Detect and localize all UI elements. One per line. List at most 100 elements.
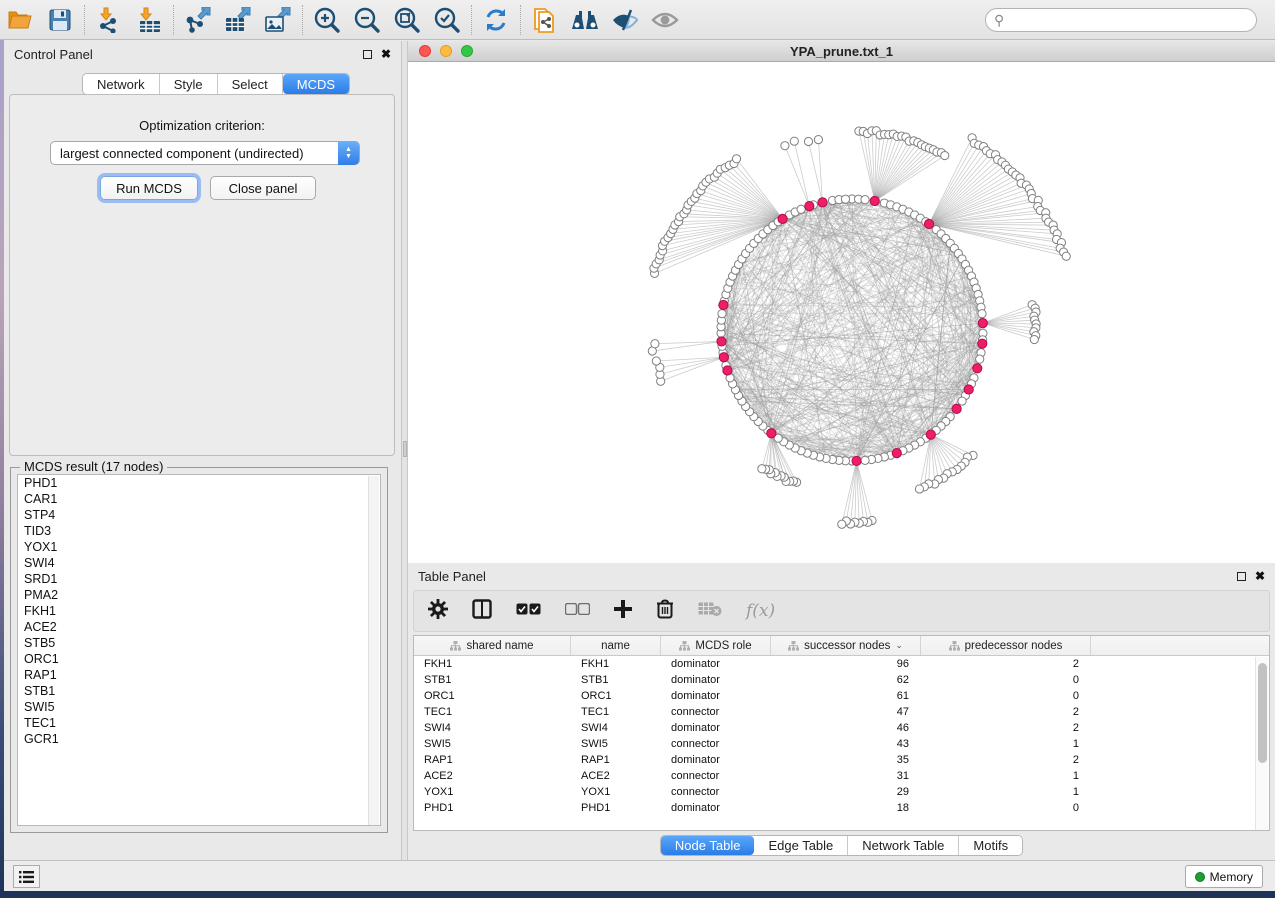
table-cell[interactable]: dominator xyxy=(661,754,771,766)
mcds-result-item[interactable]: ORC1 xyxy=(18,651,380,667)
table-cell[interactable]: 43 xyxy=(771,738,921,750)
mcds-hub-node[interactable] xyxy=(778,214,787,223)
network-node[interactable] xyxy=(841,195,849,203)
table-cell[interactable]: FKH1 xyxy=(571,658,661,670)
mcds-result-list[interactable]: PHD1CAR1STP4TID3YOX1SWI4SRD1PMA2FKH1ACE2… xyxy=(17,474,381,826)
add-column-icon[interactable] xyxy=(614,600,632,623)
mcds-result-item[interactable]: STB1 xyxy=(18,683,380,699)
network-node[interactable] xyxy=(941,151,949,159)
table-cell[interactable]: TEC1 xyxy=(414,706,571,718)
node-table[interactable]: shared namenameMCDS rolesuccessor nodes⌄… xyxy=(413,635,1270,831)
mcds-result-item[interactable]: STP4 xyxy=(18,507,380,523)
table-cell[interactable]: dominator xyxy=(661,722,771,734)
table-cell[interactable]: 2 xyxy=(921,754,1091,766)
table-cell[interactable]: dominator xyxy=(661,690,771,702)
table-cell[interactable]: connector xyxy=(661,706,771,718)
mcds-result-item[interactable]: ACE2 xyxy=(18,619,380,635)
table-cell[interactable]: connector xyxy=(661,786,771,798)
search-network-icon[interactable] xyxy=(565,3,605,37)
table-row[interactable]: SWI4SWI4dominator462 xyxy=(414,720,1269,736)
select-all-icon[interactable] xyxy=(516,602,541,620)
network-node[interactable] xyxy=(861,456,869,464)
network-node[interactable] xyxy=(758,465,766,473)
table-cell[interactable]: STB1 xyxy=(414,674,571,686)
table-cell[interactable]: dominator xyxy=(661,658,771,670)
tab-network[interactable]: Network xyxy=(83,74,160,94)
table-row[interactable]: ORC1ORC1dominator610 xyxy=(414,688,1269,704)
mcds-result-item[interactable]: CAR1 xyxy=(18,491,380,507)
mcds-result-item[interactable]: PMA2 xyxy=(18,587,380,603)
export-table-icon[interactable] xyxy=(218,3,258,37)
table-cell[interactable]: FKH1 xyxy=(414,658,571,670)
scrollbar-thumb[interactable] xyxy=(1258,663,1267,763)
network-node[interactable] xyxy=(651,340,659,348)
table-cell[interactable]: connector xyxy=(661,770,771,782)
table-cell[interactable]: connector xyxy=(661,738,771,750)
network-node[interactable] xyxy=(790,137,798,145)
network-node[interactable] xyxy=(718,310,726,318)
network-node[interactable] xyxy=(797,205,805,213)
table-cell[interactable]: 18 xyxy=(771,802,921,814)
table-row[interactable]: FKH1FKH1dominator962 xyxy=(414,656,1269,672)
column-header-successor-nodes[interactable]: successor nodes⌄ xyxy=(771,636,921,655)
table-cell[interactable]: SWI4 xyxy=(414,722,571,734)
mcds-result-item[interactable]: STB5 xyxy=(18,635,380,651)
table-cell[interactable]: dominator xyxy=(661,674,771,686)
mcds-list-scrollbar[interactable] xyxy=(368,476,379,826)
mcds-result-item[interactable]: YOX1 xyxy=(18,539,380,555)
table-cell[interactable]: 46 xyxy=(771,722,921,734)
table-cell[interactable]: 1 xyxy=(921,786,1091,798)
hide-selected-icon[interactable] xyxy=(605,3,645,37)
show-all-icon[interactable] xyxy=(645,3,685,37)
column-header-predecessor-nodes[interactable]: predecessor nodes xyxy=(921,636,1091,655)
search-box[interactable]: ⚲ xyxy=(985,8,1257,32)
float-panel-icon[interactable] xyxy=(1237,572,1246,581)
table-cell[interactable]: 31 xyxy=(771,770,921,782)
mcds-result-item[interactable]: PHD1 xyxy=(18,475,380,491)
table-cell[interactable]: 2 xyxy=(921,706,1091,718)
export-network-icon[interactable] xyxy=(178,3,218,37)
network-node[interactable] xyxy=(978,310,986,318)
table-cell[interactable]: YOX1 xyxy=(571,786,661,798)
tab-network-table[interactable]: Network Table xyxy=(848,836,959,855)
mcds-hub-node[interactable] xyxy=(973,364,982,373)
table-cell[interactable]: ORC1 xyxy=(571,690,661,702)
table-cell[interactable]: 35 xyxy=(771,754,921,766)
table-cell[interactable]: ACE2 xyxy=(571,770,661,782)
network-canvas[interactable] xyxy=(408,62,1275,563)
task-history-button[interactable] xyxy=(13,865,40,888)
mcds-hub-node[interactable] xyxy=(723,366,732,375)
settings-gear-icon[interactable] xyxy=(428,599,448,624)
mcds-hub-node[interactable] xyxy=(818,198,827,207)
clone-network-icon[interactable] xyxy=(525,3,565,37)
network-node[interactable] xyxy=(915,485,923,493)
mcds-result-item[interactable]: SRD1 xyxy=(18,571,380,587)
refresh-layout-icon[interactable] xyxy=(476,3,516,37)
zoom-fit-icon[interactable] xyxy=(387,3,427,37)
mcds-hub-node[interactable] xyxy=(767,429,776,438)
table-cell[interactable]: PHD1 xyxy=(571,802,661,814)
import-network-icon[interactable] xyxy=(89,3,129,37)
table-row[interactable]: PHD1PHD1dominator180 xyxy=(414,800,1269,816)
table-row[interactable]: ACE2ACE2connector311 xyxy=(414,768,1269,784)
table-cell[interactable]: 1 xyxy=(921,738,1091,750)
mcds-hub-node[interactable] xyxy=(964,385,973,394)
table-row[interactable]: RAP1RAP1dominator352 xyxy=(414,752,1269,768)
mcds-result-item[interactable]: SWI4 xyxy=(18,555,380,571)
tab-select[interactable]: Select xyxy=(218,74,283,94)
mcds-result-item[interactable]: RAP1 xyxy=(18,667,380,683)
mcds-hub-node[interactable] xyxy=(852,456,861,465)
network-node[interactable] xyxy=(652,357,660,365)
table-cell[interactable]: ORC1 xyxy=(414,690,571,702)
close-panel-icon[interactable]: ✖ xyxy=(381,48,391,60)
table-cell[interactable]: 0 xyxy=(921,674,1091,686)
vertical-splitter[interactable] xyxy=(401,41,408,860)
table-cell[interactable]: STB1 xyxy=(571,674,661,686)
zoom-selected-icon[interactable] xyxy=(427,3,467,37)
tab-mcds[interactable]: MCDS xyxy=(283,74,349,94)
table-cell[interactable]: ACE2 xyxy=(414,770,571,782)
delete-column-icon[interactable] xyxy=(656,599,674,624)
mcds-hub-node[interactable] xyxy=(719,353,728,362)
close-panel-button[interactable]: Close panel xyxy=(210,176,316,200)
memory-button[interactable]: Memory xyxy=(1185,865,1263,888)
